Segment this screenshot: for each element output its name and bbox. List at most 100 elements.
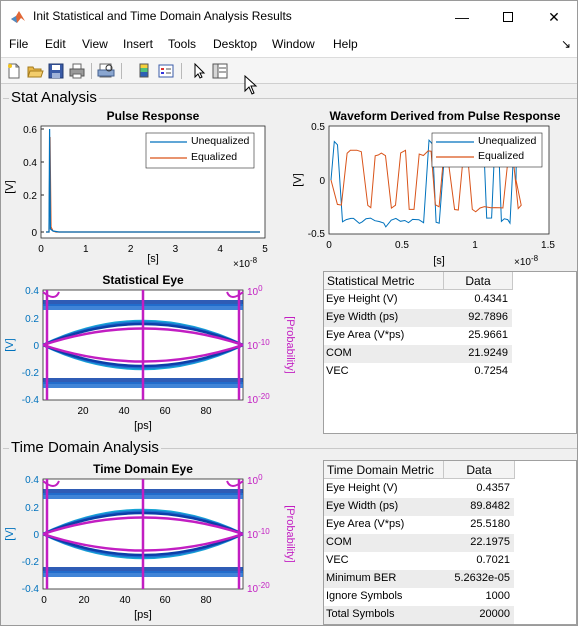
new-icon[interactable] [5, 62, 23, 80]
time-table-header-data[interactable]: Data [444, 463, 514, 477]
pulse-response-plot[interactable]: Pulse Response 0 0.2 0.4 0.6 0 1 2 3 4 5… [1, 107, 291, 267]
stat-eye-xtick-1: 40 [118, 406, 130, 417]
pulse-legend-unequalized: Unequalized [191, 135, 250, 147]
metric-name: Minimum BER [326, 572, 397, 584]
stat-eye-ytick-right-0: 100 [247, 284, 263, 298]
figure-toolbar [1, 57, 577, 84]
menu-desktop[interactable]: Desktop [213, 37, 257, 51]
metric-value: 0.7021 [476, 554, 510, 566]
pulse-xtick-4: 4 [217, 244, 223, 255]
metric-value: 5.2632e-05 [454, 572, 510, 584]
minimize-button[interactable]: — [439, 1, 485, 33]
legend-icon[interactable] [157, 62, 175, 80]
toolbar-separator [91, 63, 92, 79]
table-row[interactable]: Eye Height (V) 0.4357 [324, 480, 514, 498]
time-domain-eye-plot[interactable]: Time Domain Eye -0.4 -0.2 0 0.2 0.4 0 20… [1, 460, 301, 626]
table-row[interactable]: Minimum BER 5.2632e-05 [324, 570, 514, 588]
table-row[interactable]: VEC 0.7021 [324, 552, 514, 570]
pulse-ytick-2: 0.4 [23, 158, 37, 169]
menu-window[interactable]: Window [272, 37, 315, 51]
pulse-x-exponent: ×10-8 [233, 256, 258, 267]
toolbar-separator [181, 63, 182, 79]
metric-value: 0.4341 [474, 293, 508, 305]
print-icon[interactable] [68, 62, 86, 80]
stat-metric-table[interactable]: Statistical Metric Data Eye Height (V) 0.… [323, 271, 577, 434]
table-divider [443, 272, 444, 290]
title-bar[interactable]: Init Statistical and Time Domain Analysi… [1, 1, 577, 33]
time-eye-ylabel: [V] [4, 527, 16, 540]
table-row[interactable]: COM 21.9249 [324, 345, 512, 363]
wave-legend-equalized: Equalized [478, 150, 525, 162]
mouse-cursor-icon [244, 75, 258, 95]
wave-legend-unequalized: Unequalized [478, 135, 537, 147]
save-icon[interactable] [47, 62, 65, 80]
time-panel-title: Time Domain Analysis [9, 439, 161, 456]
time-eye-xtick-0: 0 [41, 595, 47, 606]
table-divider [514, 461, 515, 479]
time-eye-ytick-right-0: 100 [247, 473, 263, 487]
menu-insert[interactable]: Insert [123, 37, 153, 51]
table-row[interactable]: Eye Height (V) 0.4341 [324, 291, 512, 309]
open-icon[interactable] [26, 62, 44, 80]
stat-table-header-metric[interactable]: Statistical Metric [327, 274, 414, 288]
metric-value: 89.8482 [470, 500, 510, 512]
metric-value: 0.7254 [474, 365, 508, 377]
wave-ylabel: [V] [292, 173, 304, 186]
pulse-xtick-5: 5 [262, 244, 268, 255]
dock-arrow-icon[interactable]: ↘ [561, 37, 571, 51]
table-row[interactable]: VEC 0.7254 [324, 363, 512, 381]
wave-xtick-1: 0.5 [395, 240, 409, 251]
time-eye-xtick-2: 40 [119, 595, 131, 606]
stat-table-header-data[interactable]: Data [444, 274, 512, 288]
waveform-plot[interactable]: Waveform Derived from Pulse Response -0.… [291, 107, 578, 269]
menu-tools[interactable]: Tools [168, 37, 196, 51]
stat-eye-xtick-0: 20 [77, 406, 89, 417]
table-row[interactable]: Eye Width (ps) 89.8482 [324, 498, 514, 516]
maximize-icon [503, 12, 513, 22]
metric-name: COM [326, 536, 352, 548]
stat-eye-xtick-3: 80 [200, 406, 212, 417]
table-row[interactable]: Eye Width (ps) 92.7896 [324, 309, 512, 327]
pulse-response-axes: 0 0.2 0.4 0.6 0 1 2 3 4 5 ×10-8 [s] [V] [4, 125, 268, 267]
time-eye-xlabel: [ps] [134, 609, 152, 621]
maximize-button[interactable] [485, 1, 531, 33]
table-row[interactable]: Eye Area (V*ps) 25.9661 [324, 327, 512, 345]
wave-xtick-3: 1.5 [541, 240, 555, 251]
table-row[interactable]: Ignore Symbols 1000 [324, 588, 514, 606]
close-button[interactable]: ✕ [531, 1, 577, 33]
menu-view[interactable]: View [82, 37, 108, 51]
metric-value: 92.7896 [468, 311, 508, 323]
time-eye-ytick-right-2: 10-20 [247, 581, 270, 595]
metric-name: VEC [326, 554, 349, 566]
table-row[interactable]: Eye Area (V*ps) 25.5180 [324, 516, 514, 534]
pulse-xtick-2: 2 [128, 244, 134, 255]
menu-edit[interactable]: Edit [45, 37, 66, 51]
stat-eye-ytick-1: -0.2 [22, 368, 40, 379]
menu-file[interactable]: File [9, 37, 28, 51]
figure-window: Init Statistical and Time Domain Analysi… [0, 0, 578, 626]
wave-xtick-2: 1 [472, 240, 478, 251]
colorbar-icon[interactable] [135, 62, 153, 80]
metric-name: Eye Area (V*ps) [326, 329, 405, 341]
stat-table-header: Statistical Metric Data [324, 272, 512, 290]
metric-value: 1000 [485, 590, 510, 602]
time-eye-ytick-0: -0.4 [22, 584, 40, 595]
stat-eye-ytick-2: 0 [33, 341, 39, 352]
time-metric-table[interactable]: Time Domain Metric Data Eye Height (V) 0.… [323, 460, 577, 625]
wave-xlabel: [s] [433, 255, 445, 267]
print-preview-icon[interactable] [97, 62, 115, 80]
menu-help[interactable]: Help [333, 37, 358, 51]
minimize-icon: — [455, 9, 469, 25]
table-row[interactable]: COM 22.1975 [324, 534, 514, 552]
property-editor-icon[interactable] [211, 62, 229, 80]
pulse-xtick-1: 1 [83, 244, 89, 255]
statistical-eye-plot[interactable]: Statistical Eye -0.4 -0.2 0 0.2 0.4 20 4… [1, 271, 301, 437]
stat-eye-ytick-right-2: 10-20 [247, 392, 270, 406]
time-eye-axes: -0.4 -0.2 0 0.2 0.4 0 20 40 60 80 [ps] [… [4, 473, 296, 621]
time-eye-xtick-3: 60 [159, 595, 171, 606]
wave-ytick-2: 0.5 [311, 122, 325, 133]
pointer-icon[interactable] [190, 62, 208, 80]
table-row[interactable]: Total Symbols 20000 [324, 606, 514, 624]
time-eye-xtick-1: 20 [78, 595, 90, 606]
time-table-header-metric[interactable]: Time Domain Metric [327, 463, 434, 477]
